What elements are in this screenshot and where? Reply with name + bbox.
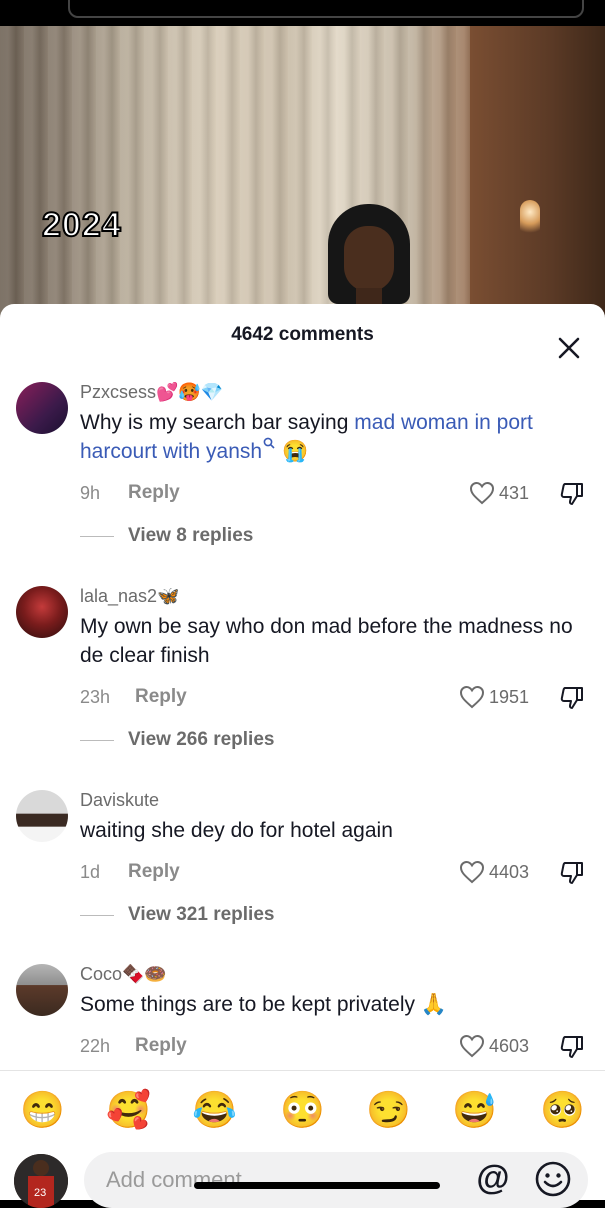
home-indicator: [194, 1182, 440, 1189]
comment-text: My own be say who don mad before the mad…: [80, 615, 573, 667]
avatar[interactable]: [16, 964, 68, 1016]
like-button[interactable]: 1951: [459, 685, 529, 709]
comment-time: 9h: [80, 483, 101, 503]
like-count: 4603: [488, 1035, 529, 1056]
comment-text: waiting she dey do for hotel again: [80, 819, 393, 842]
view-replies-button[interactable]: View 8 replies: [80, 525, 253, 547]
emoji-laugh-cry-button[interactable]: 😂: [192, 1088, 237, 1132]
top-bar: [0, 0, 605, 26]
comment-username[interactable]: Pzxcsess💕🥵💎: [80, 382, 223, 403]
comment-text: Why is my search bar saying mad woman in…: [80, 408, 585, 466]
search-bar[interactable]: [68, 0, 584, 18]
dislike-icon[interactable]: [559, 481, 585, 507]
comment-emoji: 😭: [281, 440, 309, 463]
dislike-icon[interactable]: [559, 860, 585, 886]
comment-time: 22h: [80, 1036, 111, 1056]
like-count: 1951: [488, 686, 529, 707]
like-button[interactable]: 431: [469, 481, 529, 505]
reply-button[interactable]: Reply: [135, 686, 187, 708]
emoji-picker-icon[interactable]: [534, 1160, 572, 1198]
video-player[interactable]: 2024: [0, 0, 605, 320]
like-count: 4403: [488, 861, 529, 882]
avatar[interactable]: [16, 382, 68, 434]
heart-icon: [469, 481, 494, 505]
svg-text:23: 23: [34, 1187, 46, 1199]
avatar[interactable]: [16, 790, 68, 842]
heart-icon: [459, 685, 484, 709]
comment-text-plain: Why is my search bar saying: [80, 411, 355, 434]
heart-icon: [459, 860, 484, 884]
heart-icon: [459, 1034, 484, 1058]
comment-text: Some things are to be kept privately 🙏: [80, 993, 447, 1016]
avatar[interactable]: [16, 586, 68, 638]
like-count: 431: [498, 482, 529, 503]
comments-header: 4642 comments: [0, 320, 605, 359]
comment-time: 23h: [80, 687, 111, 707]
comment-username[interactable]: Coco🍫🍩: [80, 964, 167, 985]
person-figure: [328, 204, 410, 320]
comment-composer: 23 @: [0, 1146, 605, 1208]
emoji-sweat-smile-button[interactable]: 😅: [452, 1088, 497, 1132]
reply-button[interactable]: Reply: [135, 1035, 187, 1057]
comment-username[interactable]: Daviskute: [80, 790, 159, 811]
emoji-hearts-button[interactable]: 🥰: [106, 1088, 151, 1132]
view-replies-button[interactable]: View 266 replies: [80, 729, 274, 751]
divider: [0, 1070, 605, 1071]
emoji-quick-bar: 😁 🥰 😂 😳 😏 😅 🥺: [0, 1080, 605, 1140]
comment-username[interactable]: lala_nas2🦋: [80, 586, 179, 607]
close-icon[interactable]: [555, 334, 583, 362]
wall-panel: [470, 26, 605, 320]
comment-time: 1d: [80, 862, 101, 882]
emoji-pleading-button[interactable]: 🥺: [540, 1088, 585, 1132]
reply-button[interactable]: Reply: [128, 482, 180, 504]
emoji-flushed-button[interactable]: 😳: [280, 1088, 325, 1132]
mention-icon[interactable]: @: [474, 1160, 512, 1198]
like-button[interactable]: 4403: [459, 860, 529, 884]
video-overlay-text: 2024: [41, 205, 122, 245]
view-replies-button[interactable]: View 321 replies: [80, 904, 274, 926]
emoji-smirk-button[interactable]: 😏: [366, 1088, 411, 1132]
wall-lamp: [520, 200, 540, 240]
comments-count: 4642 comments: [231, 324, 374, 345]
search-icon: [263, 437, 275, 449]
emoji-grin-button[interactable]: 😁: [20, 1088, 65, 1132]
dislike-icon[interactable]: [559, 685, 585, 711]
dislike-icon[interactable]: [559, 1034, 585, 1060]
like-button[interactable]: 4603: [459, 1034, 529, 1058]
reply-button[interactable]: Reply: [128, 861, 180, 883]
